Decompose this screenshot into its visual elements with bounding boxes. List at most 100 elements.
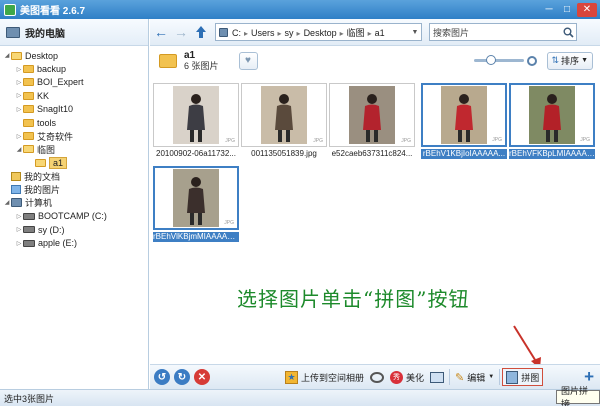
forward-button[interactable]: → <box>172 23 190 41</box>
address-dropdown-icon[interactable]: ▼ <box>409 29 421 36</box>
expand-arrow-icon[interactable]: ◢ <box>15 146 23 153</box>
expand-arrow-icon[interactable]: ▷ <box>15 92 23 99</box>
folder-icon <box>23 145 34 154</box>
thumbnail[interactable]: JPG rBEhVFKBpLMIAAAAA... <box>509 83 595 159</box>
tree-item-label: 艾奇软件 <box>37 131 74 142</box>
tree-item[interactable]: ▷ backup <box>0 62 148 75</box>
breadcrumb-item[interactable]: Desktop <box>302 28 339 38</box>
expand-arrow-icon[interactable]: ▷ <box>15 66 23 73</box>
delete-button[interactable]: ✕ <box>194 369 210 385</box>
tree-item[interactable]: ◢ Desktop <box>0 49 148 62</box>
expand-arrow-icon[interactable]: ◢ <box>3 52 11 59</box>
photo-image <box>349 86 395 144</box>
expand-arrow-icon[interactable]: ▷ <box>15 106 23 113</box>
zoom-magnifier-icon <box>526 55 537 66</box>
drive-icon <box>219 27 228 37</box>
tree-item[interactable]: ▷ 艾奇软件 <box>0 129 148 142</box>
tree-item[interactable]: ▷ sy (D:) <box>0 223 148 236</box>
beautify-button[interactable]: 秀 美化 <box>387 368 427 386</box>
expand-arrow-icon[interactable]: ▷ <box>15 133 23 140</box>
tree-item-label: KK <box>37 90 50 101</box>
beautify-label: 美化 <box>406 372 425 383</box>
photo-image <box>173 86 219 144</box>
tree-item-label: a1 <box>49 156 68 169</box>
address-bar[interactable]: C: ▸ Users ▸ sy ▸ Desktop ▸ 临图 ▸ a1 ▼ <box>215 23 422 41</box>
tree-item[interactable]: ▷ SnagIt10 <box>0 103 148 116</box>
tree-item[interactable]: 我的文档 <box>0 170 148 183</box>
search-input[interactable]: 搜索图片 <box>429 23 577 41</box>
tree-item[interactable]: ▷ BOI_Expert <box>0 76 148 89</box>
file-type-badge: JPG <box>401 138 411 144</box>
upload-album-button[interactable]: ★ 上传到空间相册 <box>282 368 367 386</box>
breadcrumb-separator-icon[interactable]: ▸ <box>339 29 345 38</box>
minimize-button[interactable]: ─ <box>541 3 557 17</box>
tree-item[interactable]: a1 <box>0 156 148 169</box>
search-placeholder: 搜索图片 <box>433 27 470 38</box>
expand-arrow-icon[interactable]: ▷ <box>15 226 23 233</box>
sort-button[interactable]: ⇅ 排序 ▼ <box>546 51 593 70</box>
sidebar-header[interactable]: 我的电脑 <box>0 19 148 46</box>
rotate-right-button[interactable]: ↻ <box>174 369 190 385</box>
magic-wand-icon: ✎ <box>455 371 465 384</box>
folder-icon <box>159 53 177 68</box>
breadcrumb-item[interactable]: 临图 <box>345 28 367 38</box>
rotate-left-button[interactable]: ↺ <box>154 369 170 385</box>
zoom-slider[interactable] <box>473 55 524 65</box>
edit-label: 编辑 <box>467 372 486 383</box>
breadcrumb-item[interactable]: C: <box>230 28 243 38</box>
expand-arrow-icon[interactable]: ◢ <box>3 199 11 206</box>
folder-icon <box>23 91 34 100</box>
tree-item-label: apple (E:) <box>38 238 78 249</box>
tree-item[interactable]: ◢ 临图 <box>0 143 148 156</box>
collage-icon <box>506 370 519 384</box>
tree-item[interactable]: ◢ 计算机 <box>0 196 148 209</box>
thumbnail-caption: rBEhVFKBpLMIAAAAA... <box>509 149 595 159</box>
folder-icon <box>23 105 34 114</box>
status-bar: 选中3张图片 <box>0 389 600 406</box>
slideshow-button[interactable] <box>427 368 447 386</box>
toolbar: ← → C: ▸ Users ▸ sy ▸ Desktop ▸ 临图 ▸ a1 ▼ 搜索图片 <box>150 19 600 46</box>
tree-item[interactable]: ▷ apple (E:) <box>0 236 148 249</box>
thumbnail-frame: JPG <box>241 83 327 147</box>
zoom-slider-handle[interactable] <box>485 55 496 65</box>
breadcrumb-item[interactable]: Users <box>249 28 277 38</box>
tree-item[interactable]: 我的图片 <box>0 183 148 196</box>
expand-arrow-icon[interactable]: ▷ <box>15 213 23 220</box>
breadcrumb-separator-icon[interactable]: ▸ <box>296 29 302 38</box>
up-folder-button[interactable] <box>193 24 209 40</box>
sort-icon: ⇅ <box>551 55 560 65</box>
window-title: 美图看看 2.6.7 <box>20 6 86 17</box>
search-icon[interactable] <box>560 27 576 38</box>
tree-item[interactable]: tools <box>0 116 148 129</box>
breadcrumb-item[interactable]: a1 <box>373 28 387 38</box>
favorite-heart-button[interactable]: ♥ <box>238 51 258 70</box>
thumbnail[interactable]: JPG 20100902-06a11732... <box>153 83 239 158</box>
breadcrumb-separator-icon[interactable]: ▸ <box>367 29 373 38</box>
collage-label: 拼图 <box>521 372 540 383</box>
thumbnail-caption: rBEhVlKBjmMIAAAAA... <box>153 232 239 242</box>
expand-arrow-icon[interactable]: ▷ <box>15 79 23 86</box>
weibo-icon <box>370 371 385 383</box>
computer-icon <box>11 198 22 208</box>
tree-item[interactable]: ▷ BOOTCAMP (C:) <box>0 210 148 223</box>
up-arrow-icon <box>196 26 206 38</box>
close-button[interactable]: ✕ <box>577 2 597 17</box>
thumbnail[interactable]: JPG 001135051839.jpg <box>241 83 327 158</box>
expand-arrow-icon[interactable]: ▷ <box>15 240 23 247</box>
tree-item[interactable]: ▷ KK <box>0 89 148 102</box>
thumbnail[interactable]: JPG e52caeb637311c824... <box>329 83 415 158</box>
folder-info-bar: a1 6 张图片 ♥ ⇅ 排序 ▼ <box>150 47 600 74</box>
maximize-button[interactable]: □ <box>559 3 575 17</box>
breadcrumb-item[interactable]: sy <box>283 28 296 38</box>
thumbnail[interactable]: JPG rBEhV1KBjIoIAAAAA... <box>421 83 507 159</box>
breadcrumb-separator-icon[interactable]: ▸ <box>277 29 283 38</box>
folder-tree: ◢ Desktop ▷ backup ▷ BOI_Expert ▷ KK ▷ SnagIt10 to… <box>0 46 148 250</box>
weibo-share-button[interactable] <box>367 368 387 386</box>
tree-item-label: Desktop <box>25 50 59 61</box>
status-text: 选中3张图片 <box>4 393 55 404</box>
computer-icon <box>6 26 20 38</box>
thumbnail[interactable]: JPG rBEhVlKBjmMIAAAAA... <box>153 166 239 242</box>
back-button[interactable]: ← <box>152 23 170 41</box>
collage-button[interactable]: 拼图 <box>502 368 544 386</box>
edit-button[interactable]: ✎ 编辑 ▼ <box>452 368 497 386</box>
